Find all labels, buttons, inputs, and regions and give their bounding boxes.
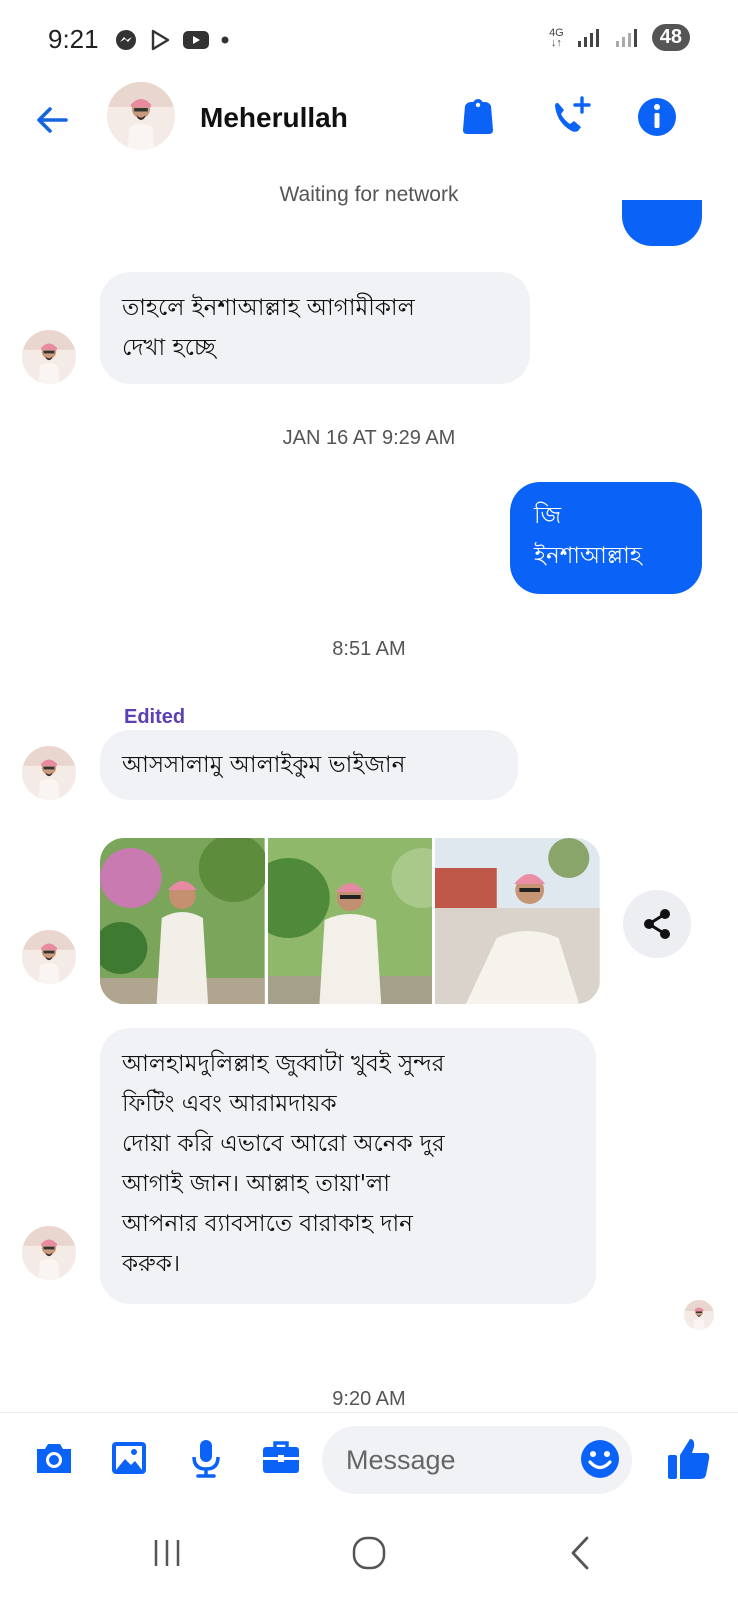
message-line: ইনশাআল্লাহ	[534, 543, 642, 569]
avatar[interactable]	[22, 746, 76, 800]
tag-icon[interactable]	[455, 94, 501, 140]
message-bubble-outgoing[interactable]: জি ইনশাআল্লাহ	[510, 482, 702, 594]
youtube-icon	[183, 31, 209, 49]
message-bubble-outgoing-partial[interactable]	[622, 200, 702, 246]
messenger-icon	[116, 30, 136, 50]
edited-label: Edited	[124, 706, 186, 728]
contact-name[interactable]: Meherullah	[200, 102, 348, 134]
message-bubble-incoming[interactable]: আলহামদুলিল্লাহ জুব্বাটা খুবই সুন্দর ফিটি…	[100, 1028, 596, 1304]
message-line: জি	[534, 503, 562, 529]
message-line: আলহামদুলিল্লাহ জুব্বাটা খুবই সুন্দর	[122, 1051, 445, 1077]
arrow-left-icon[interactable]	[30, 98, 74, 142]
battery-indicator: 48	[651, 24, 690, 51]
thumbs-up-icon[interactable]	[664, 1433, 714, 1483]
status-time: 9:21	[48, 24, 99, 54]
avatar[interactable]	[107, 82, 175, 150]
recent-apps-icon[interactable]	[142, 1528, 192, 1578]
avatar[interactable]	[22, 930, 76, 984]
avatar[interactable]	[22, 330, 76, 384]
network-type: 4G ↓↑	[549, 26, 564, 49]
play-store-icon	[151, 29, 170, 51]
message-line: দেখা হচ্ছে	[122, 335, 216, 361]
message-bubble-incoming[interactable]: তাহলে ইনশাআল্লাহ আগামীকাল দেখা হচ্ছে	[100, 272, 530, 384]
message-line: তাহলে ইনশাআল্লাহ আগামীকাল	[122, 295, 415, 321]
mic-icon[interactable]	[183, 1435, 229, 1481]
avatar[interactable]	[22, 1226, 76, 1280]
briefcase-icon[interactable]	[258, 1435, 304, 1481]
message-line: আসসালামু আলাইকুম ভাইজান	[122, 752, 406, 778]
timestamp: 9:20 AM	[332, 1388, 406, 1410]
signal-icon	[577, 28, 599, 47]
status-notification-icons	[114, 28, 230, 52]
add-call-icon[interactable]	[548, 94, 594, 140]
status-system-icons: 4G ↓↑ 48	[549, 24, 690, 51]
message-line: দোয়া করি এভাবে আরো অনেক দুর	[122, 1131, 445, 1157]
camera-icon[interactable]	[31, 1435, 77, 1481]
back-nav-icon[interactable]	[556, 1528, 606, 1578]
message-line: ফিটিং এবং আরামদায়ক	[122, 1091, 337, 1117]
photo-thumbnail[interactable]	[435, 838, 600, 1004]
seen-avatar	[684, 1300, 714, 1330]
share-icon	[644, 909, 670, 939]
photo-thumbnail[interactable]	[267, 838, 433, 1004]
message-composer	[0, 1412, 738, 1502]
photo-thumbnail[interactable]	[100, 838, 265, 1004]
share-button[interactable]	[623, 890, 691, 958]
image-icon[interactable]	[106, 1435, 152, 1481]
home-icon[interactable]	[344, 1528, 394, 1578]
timestamp: 8:51 AM	[332, 638, 406, 660]
message-bubble-incoming[interactable]: আসসালামু আলাইকুম ভাইজান	[100, 730, 518, 800]
timestamp: JAN 16 AT 9:29 AM	[282, 427, 456, 449]
system-nav-bar	[0, 1502, 738, 1600]
message-line: আপনার ব্যাবসাতে বারাকাহ দান	[122, 1211, 413, 1237]
message-line: করুক।	[122, 1251, 181, 1277]
message-line: আগাই জান। আল্লাহ তায়া'লা	[122, 1171, 390, 1197]
status-bar: 9:21 4G ↓↑ 48	[0, 0, 738, 80]
emoji-icon[interactable]	[578, 1437, 622, 1481]
photo-gallery	[100, 838, 600, 1004]
chat-header: Meherullah	[0, 80, 738, 160]
signal-icon-2	[615, 28, 637, 47]
info-icon[interactable]	[634, 94, 680, 140]
dot-icon	[221, 36, 229, 44]
